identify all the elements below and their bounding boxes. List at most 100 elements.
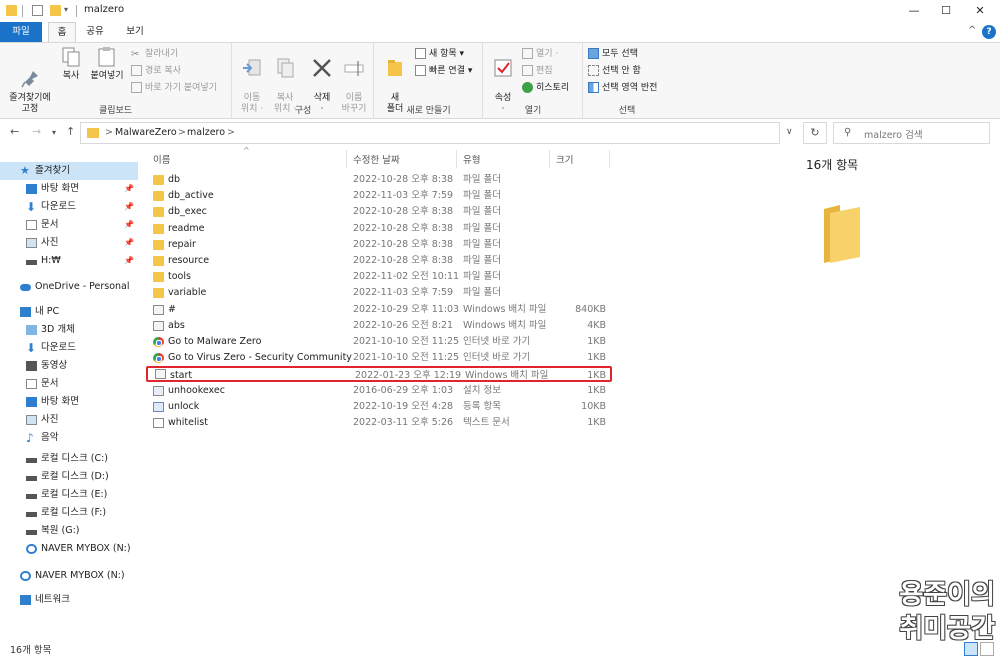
- file-row[interactable]: unlock 2022-10-19 오전 4:28 등록 항목 10KB: [143, 399, 613, 415]
- chrome-shortcut-icon: [153, 337, 164, 347]
- close-button[interactable]: ✕: [962, 0, 998, 22]
- group-label: 새로 만들기: [406, 106, 451, 116]
- nav-videos[interactable]: 동영상: [0, 357, 138, 375]
- select-none-button[interactable]: 선택 안 함: [588, 64, 641, 78]
- column-divider[interactable]: [456, 150, 457, 168]
- copy-button[interactable]: 복사: [58, 46, 84, 82]
- nav-music[interactable]: ♪ 음악: [0, 429, 138, 447]
- file-row[interactable]: abs 2022-10-26 오전 8:21 Windows 배치 파일 4KB: [143, 318, 613, 334]
- nav-pictures[interactable]: 사진 📌: [0, 234, 138, 252]
- star-icon: ★: [20, 164, 30, 177]
- breadcrumb-malwarezero[interactable]: MalwareZero: [115, 127, 177, 138]
- file-row[interactable]: whitelist 2022-03-11 오후 5:26 텍스트 문서 1KB: [143, 415, 613, 431]
- column-divider[interactable]: [609, 150, 610, 168]
- select-all-button[interactable]: 모두 선택: [588, 47, 638, 61]
- new-folder-icon[interactable]: [50, 5, 61, 16]
- nav-onedrive[interactable]: OneDrive - Personal: [0, 278, 138, 296]
- paste-shortcut-button[interactable]: 바로 가기 붙여넣기: [131, 81, 217, 95]
- group-clipboard: 즐겨찾기에 고정 복사 붙여넣기 ✂ 잘라내기 경로 복사 바로 가기 붙여넣기 …: [0, 43, 232, 119]
- nav-drive-d[interactable]: 로컬 디스크 (D:): [0, 468, 138, 486]
- nav-drive-g[interactable]: 복원 (G:): [0, 522, 138, 540]
- back-arrow-icon[interactable]: ←: [10, 125, 19, 138]
- file-row[interactable]: db 2022-10-28 오후 8:38 파일 폴더: [143, 172, 613, 188]
- history-button[interactable]: 히스토리: [522, 81, 569, 95]
- column-divider[interactable]: [549, 150, 550, 168]
- nav-documents[interactable]: 문서 📌: [0, 216, 138, 234]
- file-row[interactable]: db_exec 2022-10-28 오후 8:38 파일 폴더: [143, 204, 613, 220]
- file-date: 2022-10-28 오후 8:38: [353, 174, 454, 185]
- nav-this-pc[interactable]: 내 PC: [0, 303, 138, 321]
- nav-pc-downloads[interactable]: ⬇ 다운로드: [0, 339, 138, 357]
- refresh-button[interactable]: ↻: [803, 122, 827, 144]
- minimize-button[interactable]: —: [896, 0, 932, 22]
- nav-quick-access[interactable]: ★ 즐겨찾기: [0, 162, 138, 180]
- search-input[interactable]: ⚲ malzero 검색: [833, 122, 990, 144]
- file-row[interactable]: repair 2022-10-28 오후 8:38 파일 폴더: [143, 237, 613, 253]
- edit-button[interactable]: 편집: [522, 64, 553, 78]
- nav-pc-pictures[interactable]: 사진: [0, 411, 138, 429]
- paste-button[interactable]: 붙여넣기: [87, 46, 127, 82]
- nav-naver-mybox-pc[interactable]: NAVER MYBOX (N:): [0, 540, 138, 558]
- file-row[interactable]: db_active 2022-11-03 오후 7:59 파일 폴더: [143, 188, 613, 204]
- nav-3d-objects[interactable]: 3D 개체: [0, 321, 138, 339]
- nav-network[interactable]: 네트워크: [0, 591, 138, 609]
- help-icon[interactable]: ?: [982, 25, 996, 39]
- maximize-button[interactable]: ☐: [928, 0, 964, 22]
- folder-icon: [153, 288, 164, 299]
- easy-access-button[interactable]: 빠른 연결 ▾: [415, 64, 472, 78]
- paste-shortcut-icon: [131, 82, 142, 93]
- cloud-icon: [20, 284, 31, 291]
- tab-home[interactable]: 홈: [48, 22, 76, 42]
- item-count: 16개 항목: [806, 158, 859, 172]
- invert-selection-button[interactable]: 선택 영역 반전: [588, 81, 657, 95]
- music-icon: ♪: [26, 431, 34, 445]
- address-bar[interactable]: > MalwareZero > malzero >: [80, 122, 780, 144]
- address-dropdown-icon[interactable]: ∨: [786, 127, 793, 137]
- file-row[interactable]: #2022-10-29 오후 11:03 Windows 배치 파일 840KB: [143, 302, 613, 318]
- file-row[interactable]: Go to Virus Zero - Security Community 202…: [143, 350, 613, 366]
- tab-view[interactable]: 보기: [118, 22, 152, 42]
- nav-downloads[interactable]: ⬇ 다운로드 📌: [0, 198, 138, 216]
- nav-desktop[interactable]: 바탕 화면 📌: [0, 180, 138, 198]
- forward-arrow-icon[interactable]: →: [32, 125, 41, 138]
- file-row[interactable]: tools 2022-11-02 오전 10:11 파일 폴더: [143, 269, 613, 285]
- file-date: 2021-10-10 오전 11:25: [353, 352, 460, 364]
- file-row[interactable]: unhookexec 2016-06-29 오후 1:03 설치 정보 1KB: [143, 383, 613, 399]
- file-date: 2022-11-03 오후 7:59: [353, 190, 454, 202]
- chevron-down-icon[interactable]: ▾: [64, 5, 75, 16]
- group-label: 선택: [618, 106, 636, 116]
- file-row[interactable]: readme 2022-10-28 오후 8:38 파일 폴더: [143, 221, 613, 237]
- nav-naver-mybox[interactable]: NAVER MYBOX (N:): [0, 567, 138, 585]
- copy-path-button[interactable]: 경로 복사: [131, 64, 181, 78]
- nav-h-drive[interactable]: H:₩ 📌: [0, 252, 138, 270]
- cut-button[interactable]: ✂ 잘라내기: [131, 47, 178, 61]
- ribbon: 즐겨찾기에 고정 복사 붙여넣기 ✂ 잘라내기 경로 복사 바로 가기 붙여넣기 …: [0, 42, 1000, 119]
- nav-pc-desktop[interactable]: 바탕 화면: [0, 393, 138, 411]
- tab-file[interactable]: 파일: [0, 22, 42, 42]
- breadcrumb-separator: >: [105, 127, 113, 138]
- file-type: 파일 폴더: [463, 255, 501, 266]
- file-row[interactable]: variable 2022-11-03 오후 7:59 파일 폴더: [143, 285, 613, 301]
- column-header-date[interactable]: 수정한 날짜: [353, 152, 400, 166]
- up-arrow-icon[interactable]: ↑: [66, 125, 75, 138]
- file-row[interactable]: Go to Malware Zero 2021-10-10 오전 11:25 인터넷…: [143, 334, 613, 350]
- nav-drive-f[interactable]: 로컬 디스크 (F:): [0, 504, 138, 522]
- computer-icon: [20, 307, 31, 317]
- file-row[interactable]: resource 2022-10-28 오후 8:38 파일 폴더: [143, 253, 613, 269]
- file-row-start-highlighted[interactable]: start 2022-01-23 오후 12:19 Windows 배치 파일 1KB: [146, 366, 612, 383]
- nav-drive-e[interactable]: 로컬 디스크 (E:): [0, 486, 138, 504]
- column-header-size[interactable]: 크기: [556, 152, 573, 166]
- nav-drive-c[interactable]: 로컬 디스크 (C:): [0, 450, 138, 468]
- properties-icon[interactable]: [32, 5, 43, 16]
- column-divider[interactable]: [346, 150, 347, 168]
- column-header-name[interactable]: 이름: [153, 152, 170, 166]
- recent-chevron-icon[interactable]: ▾: [52, 128, 56, 137]
- tab-share[interactable]: 공유: [80, 22, 110, 42]
- breadcrumb-malzero[interactable]: malzero: [187, 127, 225, 138]
- column-header-type[interactable]: 유형: [463, 152, 480, 166]
- open-button[interactable]: 열기 ·: [522, 47, 558, 61]
- nav-pc-documents[interactable]: 문서: [0, 375, 138, 393]
- chevron-up-icon[interactable]: ^: [968, 25, 976, 36]
- new-item-button[interactable]: 새 항목 ▾: [415, 47, 464, 61]
- group-open: 속성 · 열기 · 편집 히스토리 열기: [484, 43, 583, 119]
